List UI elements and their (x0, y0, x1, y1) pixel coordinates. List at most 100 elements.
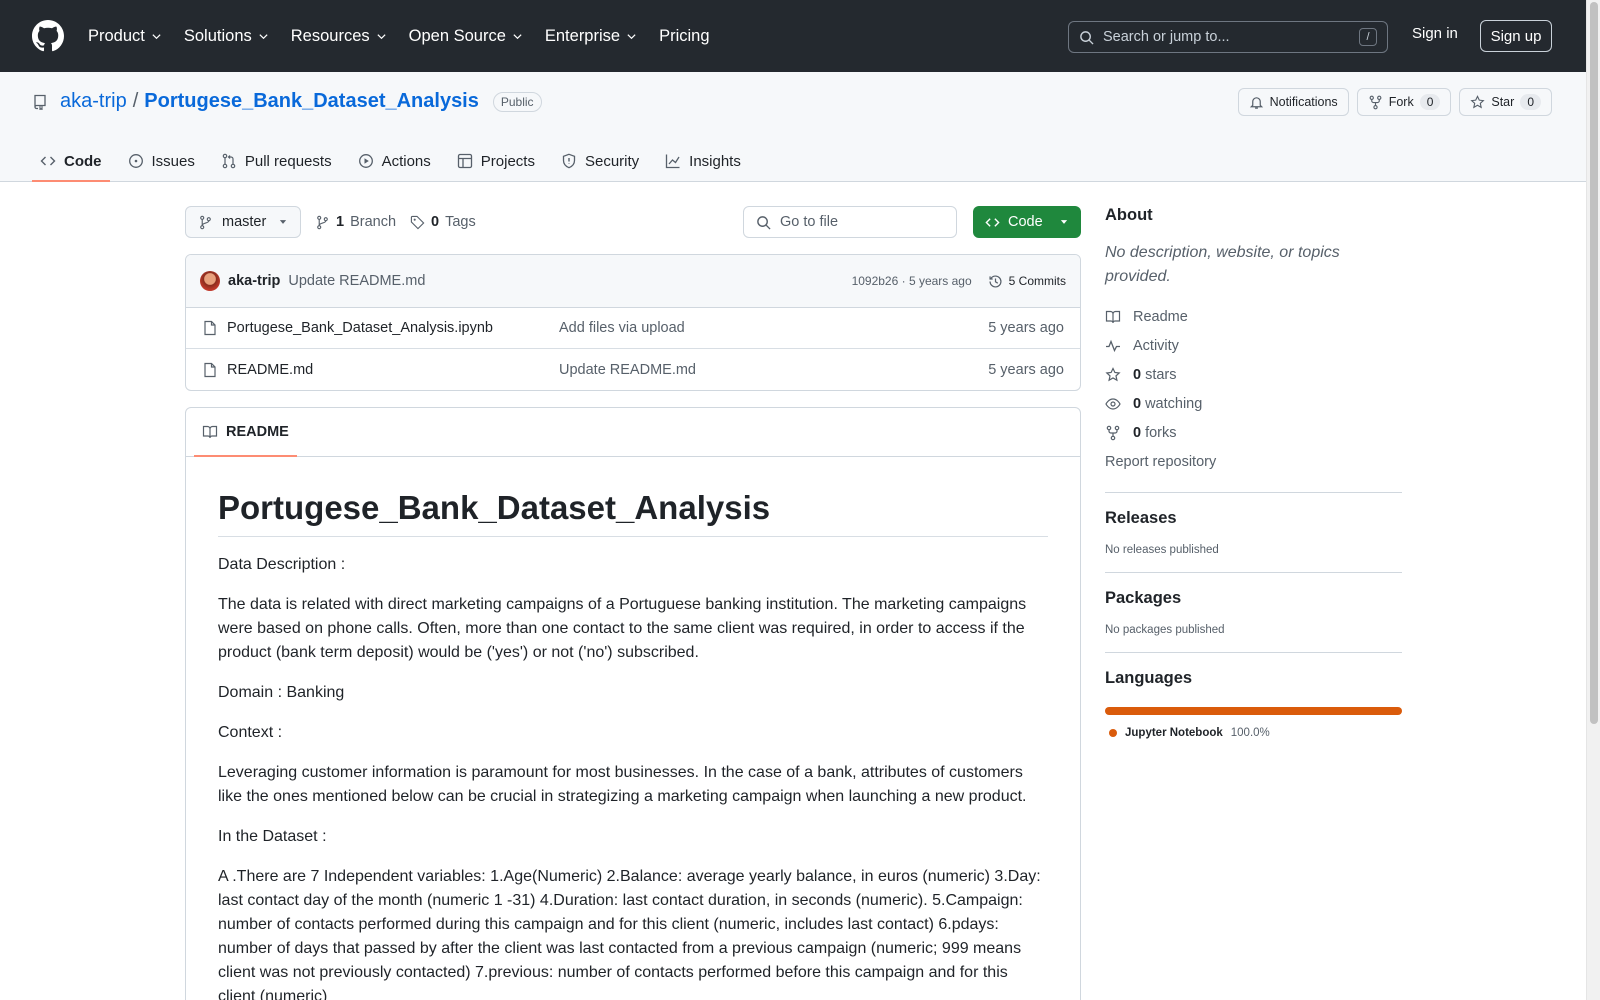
repo-owner-link[interactable]: aka-trip (60, 90, 127, 113)
nav-solutions[interactable]: Solutions (184, 27, 269, 46)
readme-link[interactable]: Readme (1105, 302, 1402, 331)
language-item[interactable]: Jupyter Notebook 100.0% (1105, 727, 1402, 739)
tab-security[interactable]: Security (553, 140, 647, 182)
tab-insights[interactable]: Insights (657, 140, 749, 182)
star-label: Star (1491, 95, 1515, 109)
nav-pricing[interactable]: Pricing (659, 27, 709, 46)
nav-product-label: Product (88, 26, 145, 45)
code-view: master 1 Branch 0 Tags Go to file Code a… (185, 206, 1081, 1000)
report-repository-link[interactable]: Report repository (1105, 447, 1402, 476)
avatar[interactable] (200, 271, 220, 291)
history-icon (989, 274, 1002, 288)
nav-enterprise[interactable]: Enterprise (545, 27, 637, 46)
file-name-link[interactable]: README.md (227, 362, 559, 378)
readme-tab[interactable]: README (194, 408, 297, 457)
commit-author-link[interactable]: aka-trip (228, 273, 280, 289)
tags-link[interactable]: 0 Tags (410, 214, 476, 230)
commits-history-link[interactable]: 5 Commits (988, 274, 1066, 289)
search-input[interactable]: Search or jump to... / (1068, 21, 1388, 53)
watching-link[interactable]: 0 watching (1105, 389, 1402, 418)
sign-in-link[interactable]: Sign in (1412, 25, 1458, 42)
commit-message-link[interactable]: Update README.md (288, 273, 425, 289)
code-icon (985, 217, 1000, 227)
chevron-down-icon (513, 33, 522, 39)
releases-heading[interactable]: Releases (1105, 509, 1402, 528)
tab-actions-label: Actions (381, 152, 431, 170)
divider (1105, 492, 1402, 493)
tab-code[interactable]: Code (32, 140, 110, 182)
tab-issues-label: Issues (151, 152, 195, 170)
repo-name-link[interactable]: Portugese_Bank_Dataset_Analysis (144, 90, 479, 113)
main-nav: Product Solutions Resources Open Source … (88, 27, 710, 46)
stars-label: stars (1145, 366, 1177, 383)
repo-actions: Notifications Fork 0 Star 0 (1237, 88, 1552, 116)
github-repo-page: Product Solutions Resources Open Source … (0, 0, 1600, 1000)
shield-icon (562, 153, 576, 169)
packages-heading[interactable]: Packages (1105, 589, 1402, 608)
file-commit-message[interactable]: Add files via upload (559, 320, 685, 336)
fork-button[interactable]: Fork 0 (1356, 88, 1452, 116)
github-logo-icon[interactable] (32, 20, 64, 52)
tab-actions[interactable]: Actions (350, 140, 439, 182)
readme-paragraph: Data Description : (218, 556, 346, 573)
repo-path-separator: / (132, 90, 139, 112)
tab-code-label: Code (64, 152, 102, 170)
nav-solutions-label: Solutions (183, 26, 252, 45)
about-description: No description, website, or topics provi… (1105, 244, 1340, 285)
repo-icon (34, 94, 46, 110)
go-to-file-input[interactable]: Go to file (743, 206, 957, 238)
readme-header: README (186, 408, 1080, 457)
code-icon (40, 156, 56, 166)
activity-link-label: Activity (1133, 337, 1179, 354)
sign-up-button[interactable]: Sign up (1480, 20, 1552, 52)
caret-down-icon (1060, 220, 1068, 224)
file-name-link[interactable]: Portugese_Bank_Dataset_Analysis.ipynb (227, 320, 559, 336)
nav-enterprise-label: Enterprise (544, 26, 621, 45)
nav-open-source[interactable]: Open Source (409, 27, 523, 46)
nav-open-source-label: Open Source (408, 26, 506, 45)
branch-select-button[interactable]: master (185, 206, 301, 238)
page-scrollbar[interactable] (1586, 0, 1600, 1000)
table-row[interactable]: README.md Update README.md 5 years ago (186, 349, 1080, 390)
nav-resources[interactable]: Resources (291, 27, 387, 46)
branch-name: master (222, 214, 267, 230)
branch-icon (317, 215, 328, 229)
global-header: Product Solutions Resources Open Source … (0, 0, 1586, 72)
file-commit-date: 5 years ago (988, 361, 1064, 378)
notifications-button[interactable]: Notifications (1237, 88, 1349, 116)
tab-pull-requests[interactable]: Pull requests (213, 140, 340, 182)
branch-icon (200, 215, 211, 229)
tag-icon (410, 215, 425, 229)
language-color-dot (1109, 729, 1117, 737)
table-icon (457, 153, 472, 169)
scrollbar-thumb[interactable] (1590, 2, 1598, 724)
forks-link[interactable]: 0 forks (1105, 418, 1402, 447)
branches-link[interactable]: 1 Branch (315, 214, 396, 230)
star-button[interactable]: Star 0 (1459, 88, 1552, 116)
readme-paragraph: Domain : Banking (218, 684, 345, 701)
languages-heading: Languages (1105, 669, 1193, 687)
commit-meta[interactable]: 1092b26 · 5 years ago (852, 274, 972, 288)
table-row[interactable]: Portugese_Bank_Dataset_Analysis.ipynb Ad… (186, 308, 1080, 349)
tab-security-label: Security (584, 152, 640, 170)
readme-paragraph: A .There are 7 Independent variables: 1.… (218, 868, 1041, 1000)
eye-icon (1105, 397, 1121, 410)
stars-link[interactable]: 0 stars (1105, 360, 1402, 389)
fork-icon (1106, 425, 1120, 440)
code-dropdown-button[interactable]: Code (973, 206, 1081, 238)
bell-icon (1249, 96, 1263, 109)
divider (1105, 572, 1402, 573)
tab-issues[interactable]: Issues (120, 140, 203, 182)
file-commit-message[interactable]: Update README.md (559, 362, 696, 378)
releases-empty-text: No releases published (1105, 544, 1219, 556)
tab-projects[interactable]: Projects (449, 140, 543, 182)
file-icon (204, 320, 216, 336)
activity-link[interactable]: Activity (1105, 331, 1402, 360)
readme-title: Portugese_Bank_Dataset_Analysis (218, 489, 1048, 537)
nav-product[interactable]: Product (88, 27, 162, 46)
forks-count: 0 (1133, 424, 1142, 441)
fork-icon (1369, 95, 1382, 109)
readme-paragraph: Leveraging customer information is param… (218, 764, 1027, 805)
tag-count: 0 (431, 214, 440, 230)
tab-pull-requests-label: Pull requests (244, 152, 332, 170)
